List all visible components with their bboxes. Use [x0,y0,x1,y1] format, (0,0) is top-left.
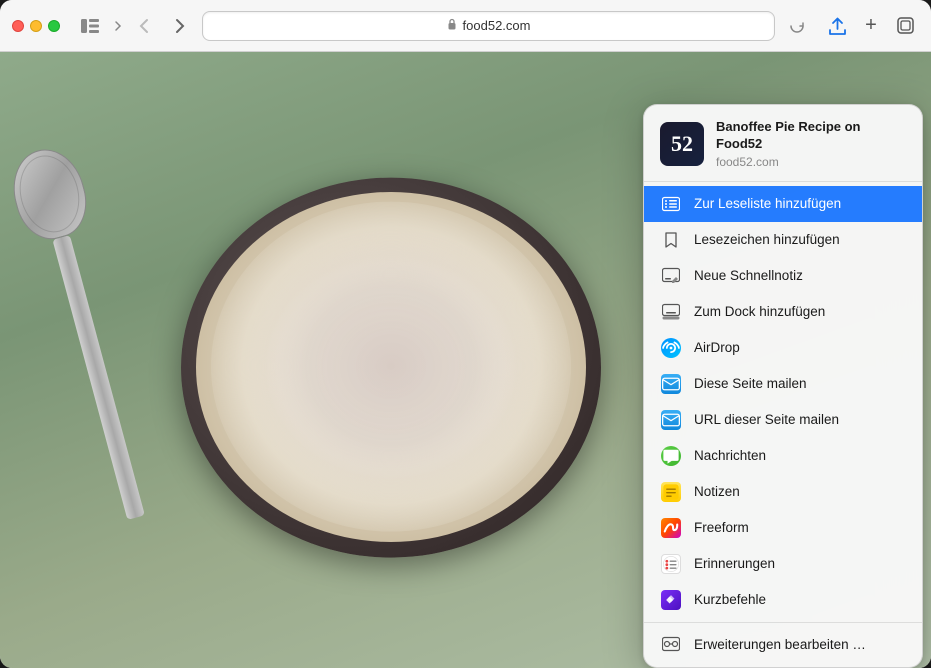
dock-icon [660,301,682,323]
reading-list-icon [660,193,682,215]
sidebar-toggle-button[interactable] [76,15,104,37]
bookmark-label: Lesezeichen hinzufügen [694,232,840,247]
traffic-lights [12,20,60,32]
back-button[interactable] [130,12,158,40]
lock-icon [447,18,457,33]
dropdown-header: 52 Banoffee Pie Recipe on Food52 food52.… [644,105,922,182]
address-bar[interactable]: food52.com [202,11,775,41]
shortcuts-label: Kurzbefehle [694,592,766,607]
notes-icon [660,481,682,503]
menu-item-reading-list[interactable]: Zur Leseliste hinzufügen [644,186,922,222]
reminders-label: Erinnerungen [694,556,775,571]
mail-url-label: URL dieser Seite mailen [694,412,839,427]
sidebar-chevron[interactable] [114,20,122,32]
freeform-label: Freeform [694,520,749,535]
reading-list-label: Zur Leseliste hinzufügen [694,196,841,211]
share-button[interactable] [823,12,851,40]
maximize-button[interactable] [48,20,60,32]
menu-item-reminders[interactable]: Erinnerungen [644,546,922,582]
menu-item-extensions[interactable]: Erweiterungen bearbeiten … [644,627,922,663]
bookmark-icon [660,229,682,251]
extensions-section: Erweiterungen bearbeiten … [644,622,922,667]
menu-item-notes[interactable]: Notizen [644,474,922,510]
menu-items-list: Zur Leseliste hinzufügen Lesezeichen hin… [644,182,922,622]
menu-item-shortcuts[interactable]: Kurzbefehle [644,582,922,618]
menu-item-freeform[interactable]: Freeform [644,510,922,546]
menu-item-messages[interactable]: Nachrichten [644,438,922,474]
spoon-head [4,142,95,247]
messages-icon [660,445,682,467]
site-icon: 52 [660,122,704,166]
reload-button[interactable] [783,12,811,40]
site-icon-number: 52 [671,131,693,157]
extensions-label: Erweiterungen bearbeiten … [694,637,866,652]
site-title: Banoffee Pie Recipe on Food52 [716,119,906,153]
quick-note-icon [660,265,682,287]
menu-item-mail-url[interactable]: URL dieser Seite mailen [644,402,922,438]
mail-page-icon [660,373,682,395]
dock-label: Zum Dock hinzufügen [694,304,825,319]
shortcuts-icon [660,589,682,611]
airdrop-icon [660,337,682,359]
toolbar: food52.com + [0,0,931,52]
url-text: food52.com [463,18,531,33]
airdrop-label: AirDrop [694,340,740,355]
toolbar-right: + [823,12,919,40]
notes-label: Notizen [694,484,740,499]
browser-window: food52.com + [0,0,931,668]
mail-page-label: Diese Seite mailen [694,376,807,391]
forward-button[interactable] [166,12,194,40]
menu-item-airdrop[interactable]: AirDrop [644,330,922,366]
share-dropdown: 52 Banoffee Pie Recipe on Food52 food52.… [643,104,923,668]
site-info: Banoffee Pie Recipe on Food52 food52.com [716,119,906,169]
site-url-display: food52.com [716,155,906,169]
messages-label: Nachrichten [694,448,766,463]
close-button[interactable] [12,20,24,32]
tab-overview-button[interactable] [891,12,919,40]
quick-note-label: Neue Schnellnotiz [694,268,803,283]
menu-item-mail-page[interactable]: Diese Seite mailen [644,366,922,402]
menu-item-bookmark[interactable]: Lesezeichen hinzufügen [644,222,922,258]
reminders-icon [660,553,682,575]
menu-item-quick-note[interactable]: Neue Schnellnotiz [644,258,922,294]
content-area: 52 Banoffee Pie Recipe on Food52 food52.… [0,52,931,668]
minimize-button[interactable] [30,20,42,32]
mail-url-icon [660,409,682,431]
cocoa-dusting [241,226,541,506]
extensions-icon [660,634,682,656]
freeform-icon [660,517,682,539]
menu-item-dock[interactable]: Zum Dock hinzufügen [644,294,922,330]
new-tab-button[interactable]: + [857,12,885,40]
